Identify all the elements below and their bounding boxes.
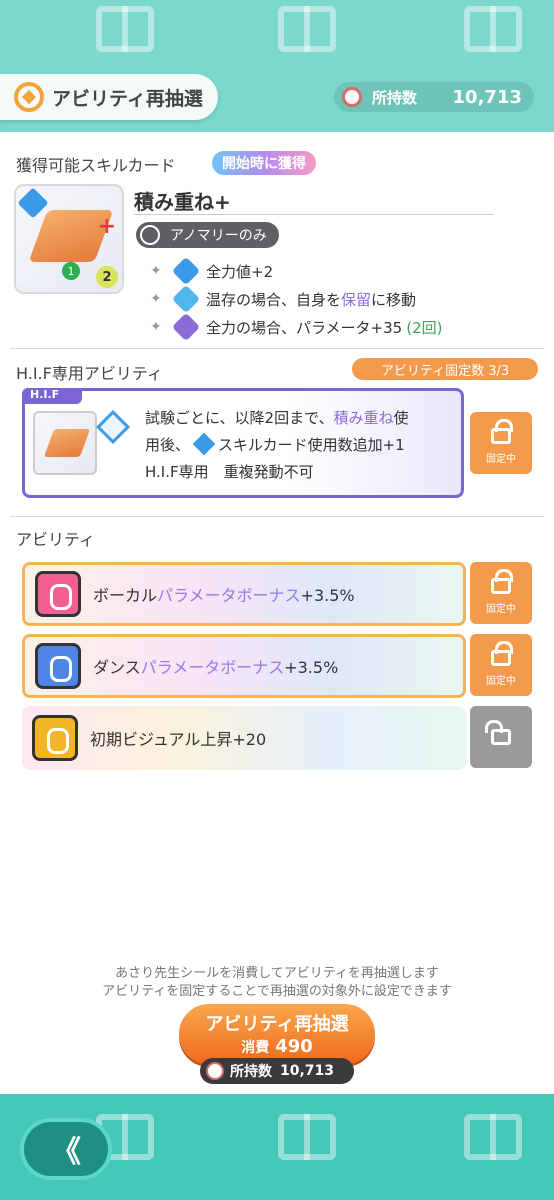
ability-visual[interactable]: 初期ビジュアル上昇+20: [22, 706, 466, 770]
ability-text: ダンスパラメータボーナス+3.5%: [93, 658, 339, 677]
diamond-icon: [17, 187, 49, 219]
hif-text-part: H.I.F専用 重複発動不可: [145, 463, 314, 481]
lock-button[interactable]: 固定中: [470, 412, 532, 474]
main-panel: 獲得可能スキルカード 開始時に獲得 + 1 2 積み重ね+ アノマリーのみ ✦ …: [0, 132, 554, 1094]
skill-card-section-title: 獲得可能スキルカード: [16, 156, 176, 175]
reroll-label: アビリティ再抽選: [205, 1014, 349, 1035]
hif-highlight: 積み重ね: [333, 409, 394, 427]
hif-text-part: 用後、: [145, 436, 191, 454]
hif-text-part: スキルカード使用数追加+1: [218, 436, 405, 454]
effect-text: 温存の場合、自身を: [206, 290, 342, 309]
lock-icon: [491, 418, 513, 444]
lock-button[interactable]: 固定中: [470, 634, 532, 696]
skill-card-icon: [192, 432, 216, 456]
book-icon: [464, 6, 522, 52]
effect-icon: [171, 256, 201, 286]
hif-description: 試験ごとに、以降2回まで、積み重ね使 用後、 スキルカード使用数追加+1 H.I.…: [145, 405, 463, 486]
owned-currency-footer: 所持数 10,713: [200, 1058, 354, 1084]
fixed-count-badge: アビリティ固定数 3/3: [352, 358, 538, 380]
anomaly-tag-label: アノマリーのみ: [170, 228, 267, 244]
hif-card-thumbnail: [33, 411, 97, 475]
ability-text: 初期ビジュアル上昇+20: [90, 730, 267, 749]
ability-dance[interactable]: ダンスパラメータボーナス+3.5%: [22, 634, 466, 698]
reroll-button[interactable]: アビリティ再抽選 消費 490: [179, 1004, 375, 1064]
effect-row: ✦ 全力の場合、パラメータ+35 (2回): [150, 312, 443, 342]
effect-row: ✦ 全力値+2: [150, 256, 274, 286]
effect-icon: [171, 312, 201, 342]
header-band: アビリティ再抽選 所持数 10,713: [0, 0, 554, 132]
book-icon: [278, 6, 336, 52]
info-line: アビリティを固定することで再抽選の対象外に設定できます: [102, 984, 452, 999]
cost-badge: 1: [62, 262, 80, 280]
hif-text-part: 試験ごとに、以降2回まで、: [145, 409, 334, 427]
anomaly-tag: アノマリーのみ: [136, 222, 279, 248]
owned-currency: 所持数 10,713: [334, 82, 534, 112]
divider: [10, 516, 544, 517]
ability-text: ボーカルパラメータボーナス+3.5%: [93, 586, 355, 605]
screen-title: アビリティ再抽選: [0, 74, 218, 120]
seal-icon: [206, 1062, 224, 1080]
screen-title-text: アビリティ再抽選: [52, 87, 203, 110]
hif-section-title: H.I.F専用アビリティ: [16, 364, 163, 383]
plus-icon: +: [97, 214, 116, 239]
diamond-icon: [96, 410, 130, 444]
lock-label: 固定中: [486, 603, 516, 615]
lock-button[interactable]: 固定中: [470, 562, 532, 624]
effect-count: (2回): [406, 318, 443, 337]
hif-ability[interactable]: H.I.F 試験ごとに、以降2回まで、積み重ね使 用後、 スキルカード使用数追加+…: [22, 388, 464, 498]
ability-section-title: アビリティ: [16, 530, 96, 549]
reroll-cost: 消費 490: [241, 1036, 313, 1057]
skill-card-name: 積み重ね+: [134, 190, 231, 214]
effect-row: ✦ 温存の場合、自身を 保留 に移動: [150, 284, 417, 314]
unlock-button[interactable]: [470, 706, 532, 768]
microphone-icon: [35, 571, 81, 617]
effect-text: に移動: [371, 290, 417, 309]
cost-badge: 2: [96, 266, 118, 288]
visual-icon: [32, 715, 78, 761]
owned-label: 所持数: [372, 88, 418, 107]
lock-icon: [491, 568, 513, 594]
start-badge: 開始時に獲得: [212, 151, 316, 175]
book-icon: [96, 6, 154, 52]
anomaly-icon: [140, 225, 160, 245]
reroll-icon: [14, 82, 44, 112]
effect-icon: [171, 284, 201, 314]
unlock-icon: [485, 720, 511, 745]
back-button[interactable]: 《: [20, 1118, 112, 1180]
hif-text-part: 使: [393, 409, 409, 427]
effect-text: 全力の場合、パラメータ+35: [206, 318, 403, 337]
lock-label: 固定中: [486, 453, 516, 465]
owned-value: 10,713: [280, 1063, 335, 1079]
effect-highlight: 保留: [341, 290, 372, 309]
skill-card-image[interactable]: + 1 2: [14, 184, 124, 294]
book-icon: [278, 1114, 336, 1160]
dance-icon: [35, 643, 81, 689]
divider: [134, 214, 494, 215]
owned-label: 所持数: [230, 1064, 272, 1080]
hif-tag: H.I.F: [22, 388, 82, 404]
seal-icon: [342, 87, 362, 107]
lock-label: 固定中: [486, 675, 516, 687]
divider: [10, 348, 544, 349]
footer-band: 《: [0, 1094, 554, 1200]
book-icon: [464, 1114, 522, 1160]
effect-text: 全力値+2: [206, 262, 274, 281]
owned-value: 10,713: [452, 86, 522, 108]
lock-icon: [491, 640, 513, 666]
info-line: あさり先生シールを消費してアビリティを再抽選します: [115, 966, 439, 981]
ability-vocal[interactable]: ボーカルパラメータボーナス+3.5%: [22, 562, 466, 626]
